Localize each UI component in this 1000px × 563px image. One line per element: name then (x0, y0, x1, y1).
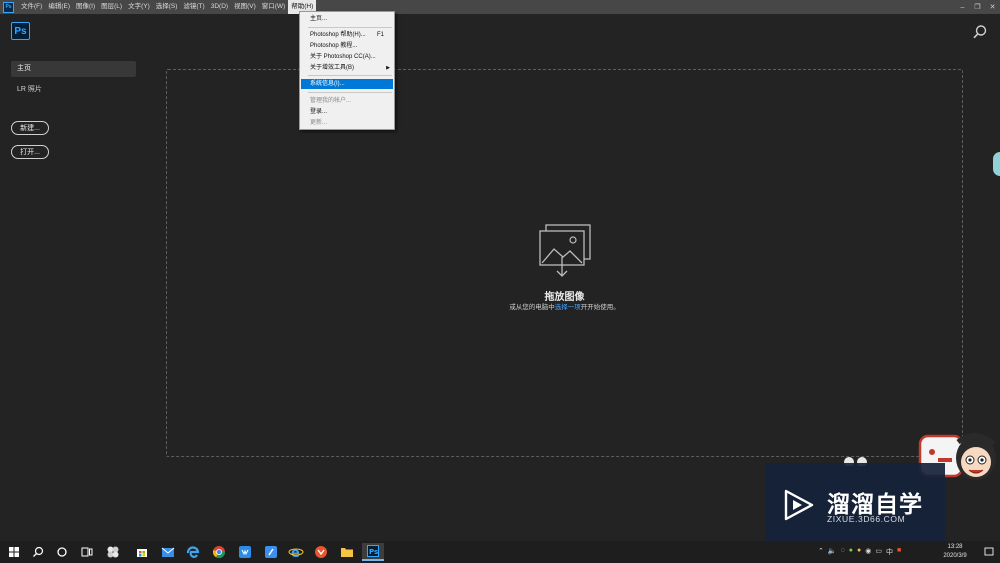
help-menu-item[interactable]: Photoshop 教程... (301, 41, 393, 51)
menu-item[interactable]: 文字(Y) (125, 0, 153, 14)
menu-item[interactable]: 编辑(E) (45, 0, 73, 14)
help-menu-item-label: 登录... (310, 109, 328, 115)
menu-item[interactable]: 视图(V) (231, 0, 259, 14)
clock-time: 13:28 (947, 544, 963, 550)
network-icon[interactable]: ◌ (841, 547, 845, 557)
tray-app-icon[interactable]: ● (857, 547, 861, 557)
file-explorer-icon[interactable] (338, 543, 356, 561)
help-menu-item-label: 主页... (310, 16, 328, 22)
menu-item[interactable]: 图层(L) (98, 0, 125, 14)
pinwheel-app-icon[interactable] (104, 543, 122, 561)
side-floating-tab[interactable] (993, 152, 1000, 176)
ps-logo: Ps (11, 22, 30, 40)
menu-separator (308, 75, 392, 76)
ie-icon[interactable]: e (287, 543, 305, 561)
sidebar-item-lr-photos[interactable]: LR 照片 (17, 84, 42, 94)
watermark-url: ZIXUE.3D66.COM (827, 514, 906, 524)
window-controls: – ❐ ✕ (955, 0, 1000, 14)
minimize-icon[interactable]: – (955, 0, 970, 14)
menu-separator (308, 27, 392, 28)
help-menu-item: 更新... (301, 118, 393, 128)
menu-separator (308, 92, 392, 93)
help-menu-item-label: 管理我的帐户... (310, 98, 352, 104)
help-menu-item[interactable]: 登录... (301, 107, 393, 117)
help-menu-item-label: 关于增效工具(B) (310, 65, 354, 71)
orange-app-icon[interactable] (312, 543, 330, 561)
drop-subtitle: 或从您的电脑中选择一项开开始使用。 (0, 301, 1000, 311)
help-menu-item: 管理我的帐户... (301, 96, 393, 106)
menu-item[interactable]: 窗口(W) (259, 0, 288, 14)
sidebar-item-home[interactable]: 主页 (11, 61, 136, 77)
menu-items: 文件(F) 编辑(E) 图像(I) 图层(L) 文字(Y) 选择(S) 滤镜(T) 3D(D)… (18, 0, 317, 14)
search-taskbar-icon[interactable] (29, 543, 47, 561)
help-menu-item[interactable]: 主页... (301, 14, 393, 24)
start-windows-icon[interactable] (5, 543, 23, 561)
photoshop-taskbar-icon[interactable]: Ps (362, 543, 384, 561)
system-tray: ⌃ 🔈 ◌ ● ● ◉ ▭ 中 ■ (818, 547, 901, 557)
photoshop-window: Ps 文件(F) 编辑(E) 图像(I) 图层(L) 文字(Y) 选择(S) 滤镜(T) 3D… (0, 0, 1000, 541)
display-icon[interactable]: ▭ (875, 547, 882, 557)
volume-icon[interactable]: 🔈 (828, 547, 837, 557)
ime-indicator[interactable]: 中 (886, 547, 893, 557)
notification-icon[interactable] (983, 546, 995, 558)
close-icon[interactable]: ✕ (985, 0, 1000, 14)
select-file-link[interactable]: 选择一项 (555, 304, 581, 311)
help-menu-item-shortcut: F1 (376, 32, 384, 38)
help-menu-item[interactable]: Photoshop 帮助(H)... F1 (301, 30, 393, 40)
new-button[interactable]: 新建... (11, 121, 49, 135)
menu-item[interactable]: 滤镜(T) (180, 0, 207, 14)
watermark-play-icon (784, 489, 814, 521)
help-menu-item-label: Photoshop 教程... (310, 43, 358, 49)
antivirus-tray-icon[interactable]: ■ (897, 547, 901, 557)
submenu-arrow-icon: ▶ (386, 65, 390, 71)
help-menu-dropdown: 主页... Photoshop 帮助(H)... F1 Photoshop 教程...… (299, 11, 395, 130)
clock-date: 2020/3/9 (943, 552, 967, 559)
store-icon[interactable] (133, 543, 151, 561)
restore-icon[interactable]: ❐ (970, 0, 985, 14)
help-menu-item[interactable]: 关于 Photoshop CC(A)... (301, 52, 393, 62)
drop-subtitle-prefix: 或从您的电脑中 (509, 304, 555, 311)
wechat-tray-icon[interactable]: ● (849, 547, 853, 557)
help-menu-item[interactable]: 系统信息(I)... (301, 79, 393, 89)
help-menu-item-label: 关于 Photoshop CC(A)... (310, 54, 376, 60)
menubar: Ps 文件(F) 编辑(E) 图像(I) 图层(L) 文字(Y) 选择(S) 滤镜(T) 3D… (0, 0, 1000, 14)
drop-image-icon (539, 224, 591, 277)
windows-taskbar: e Ps ⌃ 🔈 ◌ ● ● ◉ ▭ 中 ■ 13:28 2020/3/9 (0, 541, 1000, 563)
watermark-badge: 溜溜自学 ZIXUE.3D66.COM (765, 463, 945, 547)
help-menu-item-label: 系统信息(I)... (310, 81, 345, 87)
menu-item[interactable]: 图像(I) (73, 0, 98, 14)
menu-item[interactable]: 选择(S) (153, 0, 181, 14)
notes-app-icon[interactable] (262, 543, 280, 561)
ps-app-icon[interactable]: Ps (3, 1, 14, 13)
cortana-icon[interactable] (53, 543, 71, 561)
svg-text:Ps: Ps (369, 548, 378, 556)
tray-chevron-icon[interactable]: ⌃ (818, 547, 824, 557)
help-menu-item-label: Photoshop 帮助(H)... (310, 32, 366, 38)
drop-subtitle-suffix: 开开始使用。 (580, 304, 620, 311)
help-menu-item[interactable]: 关于增效工具(B) ▶ (301, 63, 393, 73)
edge-icon[interactable] (184, 543, 202, 561)
mail-icon[interactable] (159, 543, 177, 561)
blue-app-icon[interactable] (236, 543, 254, 561)
clock[interactable]: 13:28 2020/3/9 (935, 543, 975, 560)
open-button[interactable]: 打开... (11, 145, 49, 159)
svg-text:e: e (291, 546, 300, 561)
home-header: Ps (0, 14, 1000, 49)
tray-app2-icon[interactable]: ◉ (865, 547, 871, 557)
chrome-icon[interactable] (210, 543, 228, 561)
menu-item[interactable]: 3D(D) (208, 0, 231, 14)
help-menu-item-label: 更新... (310, 120, 328, 126)
task-view-icon[interactable] (78, 543, 96, 561)
search-icon[interactable] (972, 24, 988, 40)
menu-item[interactable]: 文件(F) (18, 0, 45, 14)
photoshop-taskbar-glyph: Ps (367, 545, 379, 557)
